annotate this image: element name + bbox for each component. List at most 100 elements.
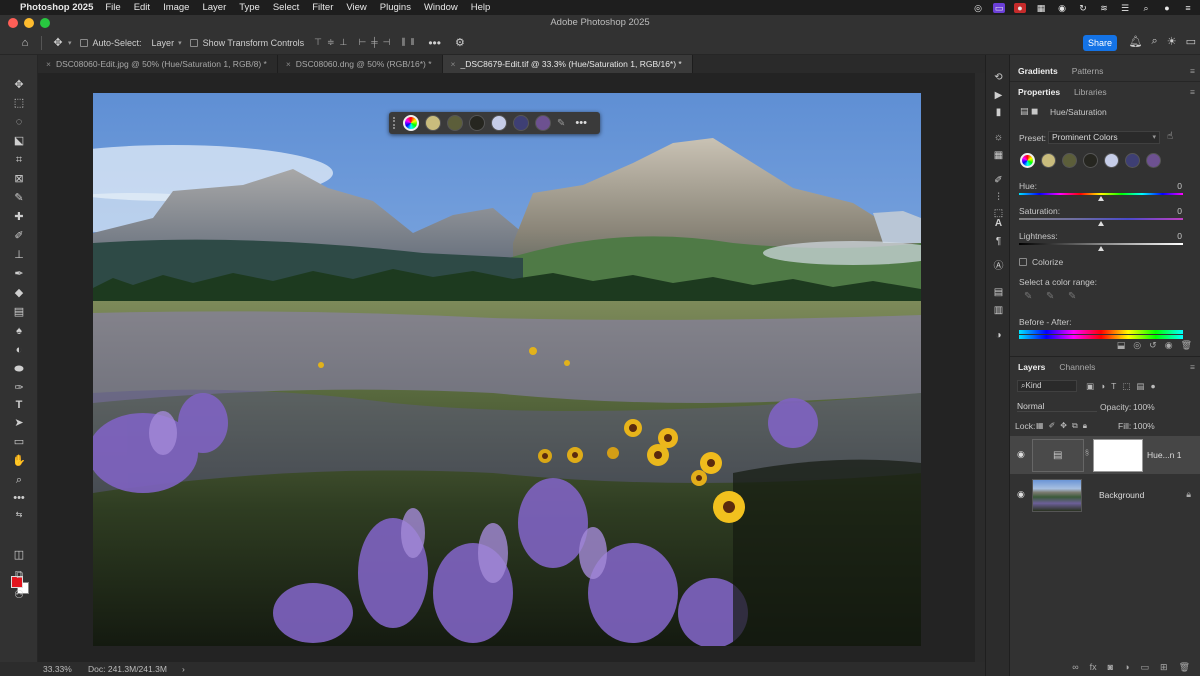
- color-swatch[interactable]: [1062, 153, 1077, 168]
- close-icon[interactable]: ×: [286, 59, 291, 69]
- crop-tool-icon[interactable]: ⌗: [9, 152, 29, 168]
- landscape-photo[interactable]: [93, 93, 921, 646]
- brightness-icon[interactable]: ☀: [1167, 35, 1177, 48]
- siri-icon[interactable]: ●: [1161, 3, 1173, 13]
- tab-document-1[interactable]: × DSC08060-Edit.jpg @ 50% (Hue/Saturation…: [38, 55, 278, 73]
- reset-icon[interactable]: ↺: [1149, 340, 1157, 351]
- color-swatch[interactable]: [1146, 153, 1161, 168]
- marquee-tool-icon[interactable]: ⬚: [9, 95, 29, 111]
- menu-help[interactable]: Help: [471, 2, 491, 13]
- lock-icon[interactable]: 🔒︎: [1186, 489, 1191, 500]
- record-icon[interactable]: ●: [1014, 2, 1026, 13]
- colorize-checkbox[interactable]: [1019, 258, 1027, 266]
- new-group-icon[interactable]: ▭: [1141, 659, 1150, 676]
- chevron-down-icon[interactable]: ▾: [178, 39, 182, 47]
- align-hcenter-icon[interactable]: ╪: [371, 37, 377, 48]
- type-tool-icon[interactable]: T: [9, 397, 29, 413]
- color-swatch[interactable]: [1125, 153, 1140, 168]
- color-swatch[interactable]: [447, 115, 463, 131]
- tab-layers[interactable]: Layers: [1018, 357, 1045, 377]
- saturation-value[interactable]: 0: [1177, 206, 1182, 216]
- rectangle-tool-icon[interactable]: ▭: [9, 434, 29, 450]
- layer-row-background[interactable]: ◉ Background 🔒︎: [1010, 476, 1200, 514]
- trash-icon[interactable]: 🗑︎: [1181, 340, 1192, 351]
- menu-view[interactable]: View: [346, 2, 366, 13]
- smart-object-filter-icon[interactable]: ▤: [1136, 381, 1144, 392]
- bell-icon[interactable]: 🔔︎: [1129, 35, 1143, 48]
- link-icon[interactable]: §: [1085, 450, 1089, 457]
- paragraph-icon[interactable]: ¶: [992, 235, 1005, 248]
- sponge-tool-icon[interactable]: ⬬: [9, 361, 29, 377]
- tab-libraries[interactable]: Libraries: [1074, 82, 1107, 101]
- blur-tool-icon[interactable]: ♠: [9, 323, 29, 339]
- menu-file[interactable]: File: [105, 2, 120, 13]
- pen-tool-icon[interactable]: ✑: [9, 380, 29, 396]
- eye-icon[interactable]: ◉: [1017, 489, 1025, 500]
- sync-icon[interactable]: ↻: [1077, 3, 1089, 13]
- menu-image[interactable]: Image: [163, 2, 189, 13]
- align-vcenter-icon[interactable]: ≑: [327, 37, 335, 48]
- actions-icon[interactable]: ▶: [992, 89, 1005, 102]
- lightness-slider[interactable]: [1019, 243, 1183, 245]
- opacity-value[interactable]: 100%: [1133, 402, 1155, 412]
- new-adjustment-icon[interactable]: ◑: [1124, 659, 1129, 676]
- tab-document-3[interactable]: × _DSC8679-Edit.tif @ 33.3% (Hue/Saturati…: [442, 55, 693, 73]
- info-icon[interactable]: ▥: [992, 304, 1005, 317]
- lightness-value[interactable]: 0: [1177, 231, 1182, 241]
- move-tool-icon[interactable]: ✥: [48, 36, 68, 49]
- glyphs-icon[interactable]: Ⓐ: [992, 260, 1005, 273]
- color-swatch[interactable]: [535, 115, 551, 131]
- play-status-icon[interactable]: ◉: [1056, 3, 1068, 13]
- zoom-tool-icon[interactable]: ⌕: [9, 472, 29, 488]
- targeted-adjust-icon[interactable]: ☝: [1167, 131, 1173, 142]
- new-layer-icon[interactable]: ⊞: [1160, 659, 1168, 676]
- panel-menu-icon[interactable]: ≡: [1190, 82, 1195, 102]
- hue-value[interactable]: 0: [1177, 181, 1182, 191]
- pixel-filter-icon[interactable]: ▣: [1086, 381, 1094, 392]
- color-swatch[interactable]: [425, 115, 441, 131]
- menu-type[interactable]: Type: [239, 2, 260, 13]
- close-icon[interactable]: ×: [451, 59, 456, 69]
- lock-all-icon[interactable]: 🔒︎: [1083, 421, 1087, 431]
- clone-stamp-icon[interactable]: ⊥: [9, 247, 29, 263]
- search-icon[interactable]: ⌕: [1152, 35, 1158, 48]
- workspace-icon[interactable]: ▭: [1186, 35, 1196, 48]
- panel-menu-icon[interactable]: ≡: [1190, 61, 1195, 81]
- more-icon[interactable]: •••: [575, 117, 587, 129]
- type-filter-icon[interactable]: T: [1111, 381, 1116, 392]
- brush-tool-icon[interactable]: ✐: [9, 228, 29, 244]
- blend-mode-dropdown[interactable]: Normal: [1017, 400, 1097, 412]
- object-select-tool-icon[interactable]: ⬕: [9, 133, 29, 149]
- menu-plugins[interactable]: Plugins: [380, 2, 411, 13]
- eraser-tool-icon[interactable]: ◆: [9, 285, 29, 301]
- screen-record-icon[interactable]: ▭: [993, 2, 1005, 13]
- align-top-icon[interactable]: ⊤: [314, 37, 322, 48]
- transform-controls-checkbox[interactable]: [189, 38, 198, 47]
- color-swatch[interactable]: [491, 115, 507, 131]
- zoom-level[interactable]: 33.33%: [43, 662, 72, 676]
- close-window-button[interactable]: [8, 18, 18, 28]
- eyedropper-tool-icon[interactable]: ✎: [9, 190, 29, 206]
- saturation-slider-thumb[interactable]: [1098, 221, 1104, 226]
- add-mask-icon[interactable]: ◙: [1108, 659, 1113, 676]
- distribute-icon[interactable]: ⫼: [401, 37, 405, 48]
- align-bottom-icon[interactable]: ⊥: [340, 37, 348, 48]
- menu-edit[interactable]: Edit: [134, 2, 150, 13]
- swap-colors-icon[interactable]: ⇆: [9, 507, 29, 523]
- distribute-h-icon[interactable]: ⫴: [411, 37, 415, 48]
- app-status-icon[interactable]: ▦: [1035, 3, 1047, 13]
- eyedropper-plus-icon[interactable]: ✎: [1046, 291, 1054, 302]
- color-swatch[interactable]: [1041, 153, 1056, 168]
- home-icon[interactable]: ⌂: [15, 37, 35, 49]
- lightness-slider-thumb[interactable]: [1098, 246, 1104, 251]
- history-icon[interactable]: ⟲: [992, 71, 1005, 84]
- eye-icon[interactable]: ◉: [1017, 449, 1025, 460]
- eyedropper-minus-icon[interactable]: ✎: [1068, 291, 1076, 302]
- layer-name[interactable]: Background: [1099, 490, 1144, 500]
- brushes-icon[interactable]: ✐: [992, 174, 1005, 187]
- tab-patterns[interactable]: Patterns: [1072, 61, 1104, 81]
- tab-properties[interactable]: Properties: [1018, 82, 1060, 101]
- auto-select-dropdown[interactable]: Layer: [152, 38, 175, 48]
- color-swatch[interactable]: [469, 115, 485, 131]
- menu-window[interactable]: Window: [424, 2, 458, 13]
